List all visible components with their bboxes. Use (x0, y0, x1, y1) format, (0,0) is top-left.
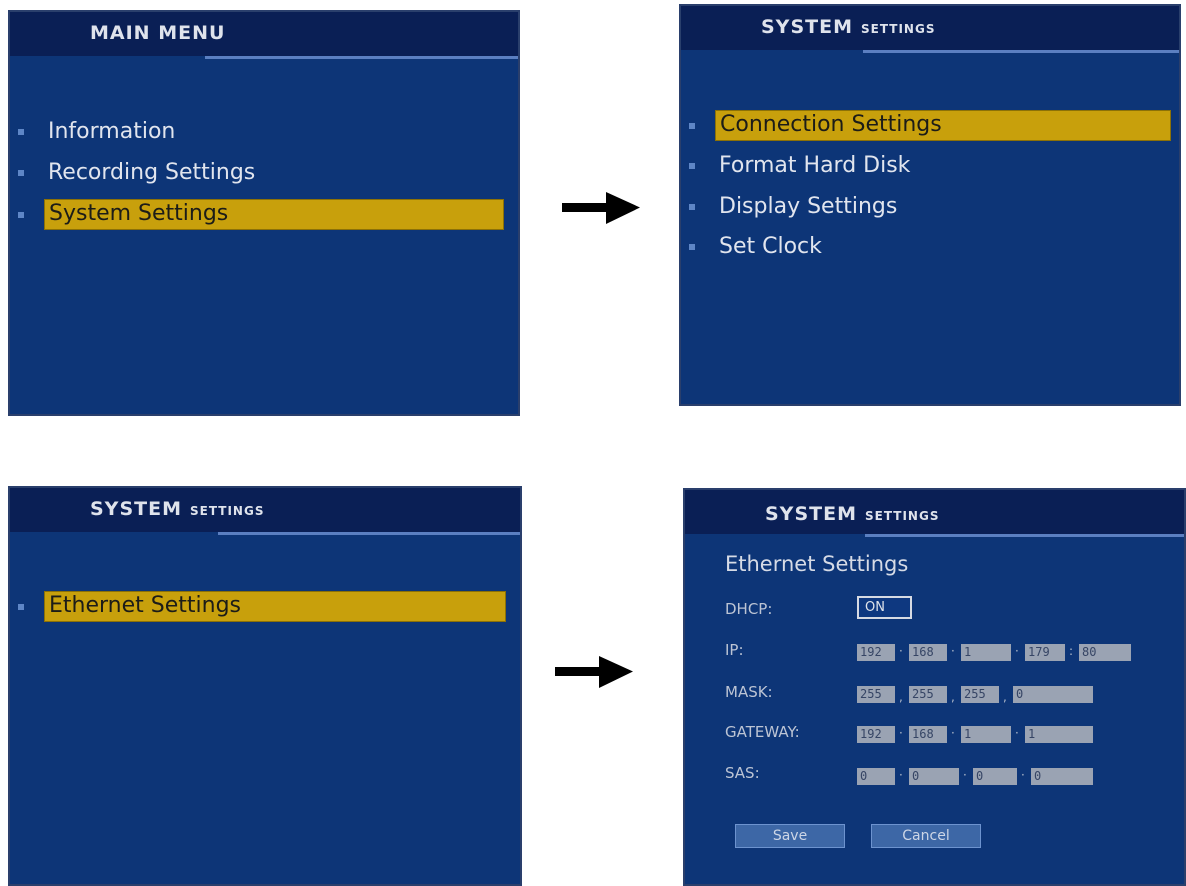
square-bullet-icon (689, 204, 695, 210)
sas-octet-1-input[interactable]: 0 (857, 768, 895, 785)
menu-item-display-settings[interactable]: Display Settings (689, 191, 1171, 223)
square-bullet-icon (689, 244, 695, 250)
square-bullet-icon (689, 163, 695, 169)
square-bullet-icon (18, 604, 24, 610)
cancel-button[interactable]: Cancel (871, 824, 981, 848)
gateway-octet-2-input[interactable]: 168 (909, 726, 947, 743)
mask-label: MASK: (725, 683, 773, 701)
section-title: Ethernet Settings (725, 552, 909, 576)
menu-item-information[interactable]: Information (18, 116, 504, 148)
ip-octet-4-input[interactable]: 179 (1025, 644, 1065, 661)
gateway-separator: · (951, 726, 955, 740)
right-arrow-icon (562, 192, 640, 224)
gateway-separator: · (899, 726, 903, 740)
ip-label: IP: (725, 641, 744, 659)
screen-header (10, 12, 518, 56)
main-menu-screen: MAIN MENU Information Recording Settings… (8, 10, 520, 416)
gateway-octet-3-input[interactable]: 1 (961, 726, 1011, 743)
ip-octet-2-input[interactable]: 168 (909, 644, 947, 661)
port-separator: : (1069, 644, 1074, 658)
mask-separator: , (951, 690, 955, 704)
gateway-octet-1-input[interactable]: 192 (857, 726, 895, 743)
ip-separator: · (951, 644, 955, 658)
square-bullet-icon (689, 123, 695, 129)
ethernet-settings-screen: SYSTEM SETTINGS Ethernet Settings DHCP: O… (683, 488, 1186, 886)
menu-item-ethernet-settings[interactable]: Ethernet Settings (18, 591, 506, 623)
screen-header (10, 488, 520, 532)
gateway-label: GATEWAY: (725, 723, 800, 741)
ip-octet-1-input[interactable]: 192 (857, 644, 895, 661)
sas-separator: · (899, 768, 903, 782)
ip-separator: · (899, 644, 903, 658)
menu-item-format-hard-disk[interactable]: Format Hard Disk (689, 150, 1171, 182)
sas-separator: · (1021, 768, 1025, 782)
sas-octet-2-input[interactable]: 0 (909, 768, 959, 785)
menu-item-set-clock[interactable]: Set Clock (689, 231, 1171, 263)
system-settings-screen: SYSTEM SETTINGS Connection Settings Forma… (679, 4, 1181, 406)
square-bullet-icon (18, 212, 24, 218)
sas-octet-4-input[interactable]: 0 (1031, 768, 1093, 785)
sas-separator: · (963, 768, 967, 782)
right-arrow-icon (555, 656, 633, 688)
page-title: SYSTEM SETTINGS (761, 16, 936, 38)
ip-octet-3-input[interactable]: 1 (961, 644, 1011, 661)
header-divider (205, 56, 518, 59)
ip-separator: · (1015, 644, 1019, 658)
dhcp-toggle[interactable]: ON (857, 596, 912, 619)
mask-octet-4-input[interactable]: 0 (1013, 686, 1093, 703)
sas-label: SAS: (725, 764, 760, 782)
menu-item-recording-settings[interactable]: Recording Settings (18, 157, 504, 189)
header-divider (865, 534, 1184, 537)
menu-item-system-settings[interactable]: System Settings (18, 199, 504, 231)
header-divider (863, 50, 1179, 53)
dhcp-label: DHCP: (725, 600, 773, 618)
menu-item-connection-settings[interactable]: Connection Settings (689, 110, 1171, 142)
gateway-octet-4-input[interactable]: 1 (1025, 726, 1093, 743)
mask-octet-2-input[interactable]: 255 (909, 686, 947, 703)
square-bullet-icon (18, 170, 24, 176)
ip-port-input[interactable]: 80 (1079, 644, 1131, 661)
mask-separator: , (1003, 690, 1007, 704)
mask-octet-1-input[interactable]: 255 (857, 686, 895, 703)
page-title: SYSTEM SETTINGS (90, 498, 265, 520)
mask-separator: , (899, 690, 903, 704)
page-title: MAIN MENU (90, 22, 226, 44)
gateway-separator: · (1015, 726, 1019, 740)
header-divider (218, 532, 520, 535)
sas-octet-3-input[interactable]: 0 (973, 768, 1017, 785)
square-bullet-icon (18, 129, 24, 135)
connection-settings-screen: SYSTEM SETTINGS Ethernet Settings (8, 486, 522, 886)
mask-octet-3-input[interactable]: 255 (961, 686, 999, 703)
page-title: SYSTEM SETTINGS (765, 503, 940, 525)
save-button[interactable]: Save (735, 824, 845, 848)
